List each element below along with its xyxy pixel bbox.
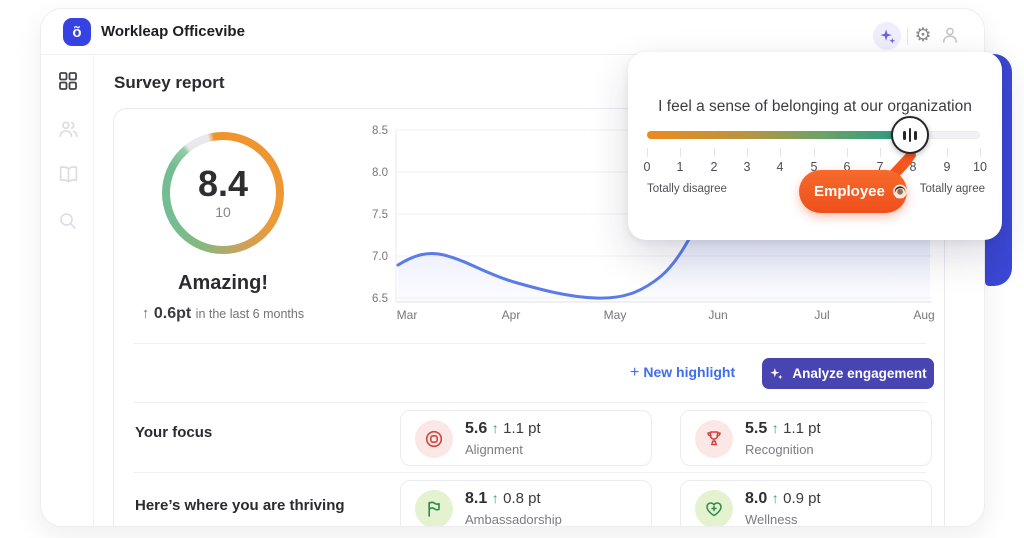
- slider-tick: [780, 148, 781, 157]
- metric-name: Wellness: [745, 512, 798, 527]
- y-tick-label: 7.5: [372, 209, 388, 221]
- slider-tick: [947, 148, 948, 157]
- ai-sparkle-icon[interactable]: [873, 22, 901, 50]
- trend-suffix: in the last 6 months: [196, 307, 304, 321]
- x-tick-label: Apr: [502, 308, 521, 322]
- y-tick-label: 7.0: [372, 251, 388, 263]
- trend-value: 0.6pt: [154, 305, 191, 322]
- x-tick-label: Jul: [814, 308, 829, 322]
- grid-icon: [58, 71, 78, 91]
- metric-card-ambassadorship[interactable]: 8.1 ↑ 0.8 pt Ambassadorship: [400, 480, 652, 527]
- user-icon[interactable]: [937, 22, 963, 48]
- y-tick-label: 6.5: [372, 293, 388, 305]
- survey-question-card: I feel a sense of belonging at our organ…: [628, 52, 1002, 240]
- employee-badge-label: Employee: [814, 183, 885, 200]
- app-title: Workleap Officevibe: [101, 9, 245, 55]
- x-tick-label: Mar: [397, 308, 418, 322]
- logo-glyph: õ: [72, 24, 81, 41]
- slider-tick: [647, 148, 648, 157]
- score-sentiment: Amazing!: [114, 272, 332, 295]
- scale-number: 1: [669, 160, 691, 174]
- page: õ Workleap Officevibe ⚙: [0, 0, 1024, 538]
- scale-number: 0: [636, 160, 658, 174]
- metric-card-alignment[interactable]: 5.6 ↑ 1.1 pt Alignment: [400, 410, 652, 466]
- x-tick-label: Aug: [913, 308, 934, 322]
- sidebar-item-dashboard[interactable]: [56, 69, 80, 93]
- min-scale-label: Totally disagree: [647, 183, 727, 195]
- plus-icon: +: [630, 364, 639, 381]
- slider-tick: [814, 148, 815, 157]
- metric-name: Alignment: [465, 442, 523, 457]
- heart-plus-icon: [695, 490, 733, 527]
- separator: [134, 343, 926, 344]
- up-arrow-icon: ↑: [492, 420, 499, 436]
- score-value: 8.4: [198, 166, 248, 202]
- people-icon: [58, 119, 79, 140]
- slider-tick: [980, 148, 981, 157]
- engagement-score-gauge: 8.4 10: [162, 132, 284, 254]
- page-title: Survey report: [114, 73, 225, 93]
- sparkle-icon: [769, 366, 784, 381]
- sidebar-item-search[interactable]: [56, 209, 80, 233]
- max-scale-label: Totally agree: [920, 183, 985, 195]
- metric-card-recognition[interactable]: 5.5 ↑ 1.1 pt Recognition: [680, 410, 932, 466]
- up-arrow-icon: ↑: [492, 490, 499, 506]
- trend-up-arrow-icon: ↑: [142, 305, 150, 322]
- flag-icon: [415, 490, 453, 527]
- search-icon: [58, 211, 78, 231]
- slider-tick: [680, 148, 681, 157]
- score-trend: ↑ 0.6pt in the last 6 months: [114, 305, 332, 323]
- x-tick-label: Jun: [708, 308, 727, 322]
- metric-name: Ambassadorship: [465, 512, 562, 527]
- section-label-thriving: Here’s where you are thriving: [135, 497, 345, 514]
- alignment-target-icon: [415, 420, 453, 458]
- sidebar-item-team[interactable]: [56, 117, 80, 141]
- slider-tick: [847, 148, 848, 157]
- sparkle-glyph: [879, 28, 896, 45]
- sidebar: [41, 55, 94, 526]
- scale-number: 10: [969, 160, 991, 174]
- employee-avatar: [893, 175, 907, 208]
- scale-number: 3: [736, 160, 758, 174]
- up-arrow-icon: ↑: [772, 490, 779, 506]
- slider-tick: [747, 148, 748, 157]
- chart-x-axis: Mar Apr May Jun Jul Aug: [397, 308, 935, 322]
- section-label-your-focus: Your focus: [135, 424, 212, 441]
- trophy-icon: [695, 420, 733, 458]
- metric-card-wellness[interactable]: 8.0 ↑ 0.9 pt Wellness: [680, 480, 932, 527]
- slider-tick: [880, 148, 881, 157]
- scale-number: 4: [769, 160, 791, 174]
- new-highlight-button[interactable]: +New highlight: [630, 364, 735, 382]
- metric-name: Recognition: [745, 442, 814, 457]
- y-tick-label: 8.0: [372, 167, 388, 179]
- analyze-engagement-button[interactable]: Analyze engagement: [762, 358, 934, 389]
- book-icon: [58, 164, 79, 185]
- slider-tick: [714, 148, 715, 157]
- scale-number: 2: [703, 160, 725, 174]
- answer-slider-fill: [647, 131, 910, 139]
- survey-question-text: I feel a sense of belonging at our organ…: [636, 98, 994, 116]
- y-tick-label: 8.5: [372, 125, 388, 137]
- scale-number: 9: [936, 160, 958, 174]
- employee-badge[interactable]: Employee: [799, 170, 907, 213]
- score-max: 10: [215, 204, 231, 220]
- chart-y-axis: 8.5 8.0 7.5 7.0 6.5: [372, 125, 388, 305]
- slider-handle[interactable]: [891, 116, 929, 154]
- officevibe-logo: õ: [63, 18, 91, 46]
- gear-icon[interactable]: ⚙: [910, 22, 936, 48]
- top-bar: õ Workleap Officevibe ⚙: [41, 9, 984, 55]
- separator: [134, 472, 926, 473]
- sidebar-item-library[interactable]: [56, 162, 80, 186]
- up-arrow-icon: ↑: [772, 420, 779, 436]
- topbar-divider: [907, 27, 908, 45]
- separator: [134, 402, 926, 403]
- x-tick-label: May: [604, 308, 627, 322]
